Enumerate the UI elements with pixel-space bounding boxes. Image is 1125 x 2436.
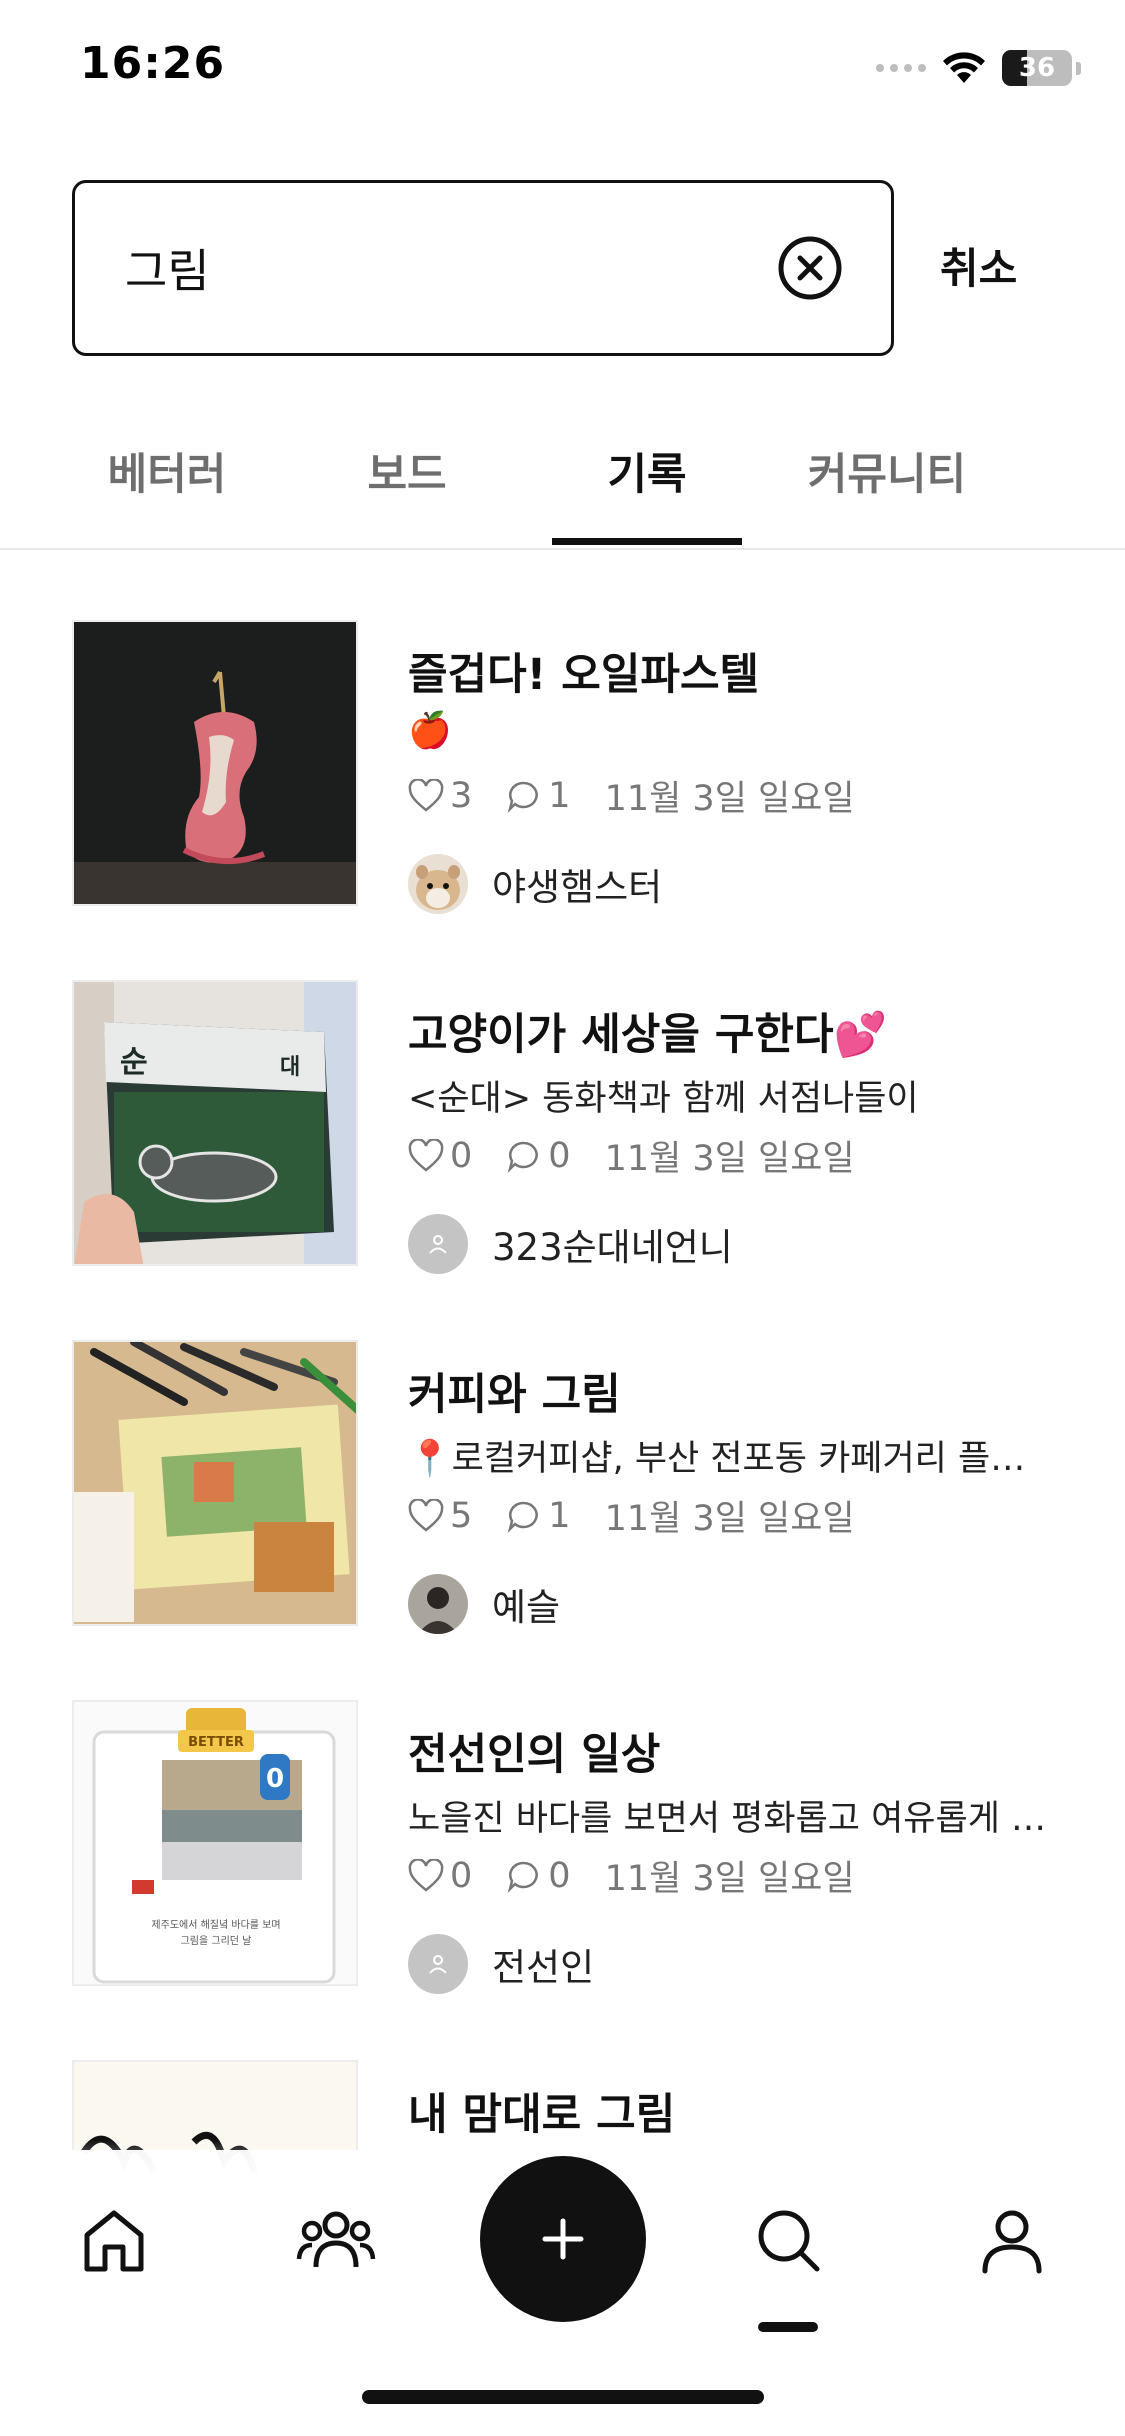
clear-search-icon[interactable]: [777, 235, 843, 301]
add-button[interactable]: [480, 2156, 646, 2322]
profile-icon[interactable]: [972, 2200, 1052, 2280]
list-item[interactable]: 순 대 고양이가 세상을 구한다💕 <순대> 동화책과 함께 서점나들이 0 0…: [72, 980, 1072, 1274]
post-author[interactable]: 야생햄스터: [408, 854, 662, 914]
search-tabs: 베터러 보드 기록 커뮤니티: [0, 410, 1125, 550]
home-indicator: [362, 2390, 764, 2404]
heart-icon[interactable]: [408, 1498, 444, 1533]
home-icon[interactable]: [74, 2200, 154, 2280]
post-author[interactable]: 전선인: [408, 1934, 594, 1994]
like-count: 0: [450, 1135, 473, 1176]
like-count: 3: [450, 775, 473, 816]
post-thumbnail: [72, 620, 358, 906]
comment-count: 1: [548, 1495, 571, 1536]
post-title: 고양이가 세상을 구한다💕: [408, 1010, 888, 1060]
author-name: 전선인: [492, 1946, 595, 1989]
avatar: [408, 1574, 468, 1634]
card-caption-2: 그림을 그리던 날: [181, 1935, 252, 1947]
battery-level: 36: [1018, 53, 1056, 83]
search-input[interactable]: [125, 241, 777, 295]
cancel-button[interactable]: 취소: [940, 235, 1017, 296]
post-title: 전선인의 일상: [408, 1730, 661, 1780]
search-box[interactable]: [72, 180, 894, 356]
comment-count: 0: [548, 1135, 571, 1176]
post-thumbnail: [72, 1340, 358, 1626]
author-name: 야생햄스터: [492, 866, 663, 909]
post-date: 11월 3일 일요일: [604, 1499, 855, 1539]
post-thumbnail: BETTER 0 제주도에서 해질녘 바다를 보며 그림을 그리던 날: [72, 1700, 358, 1986]
post-meta: 0 0 11월 3일 일요일: [408, 1850, 855, 1901]
active-tab-indicator: [552, 538, 742, 545]
tab-community[interactable]: 커뮤니티: [792, 440, 982, 502]
book-title-right: 대: [280, 1055, 300, 1080]
default-avatar-icon: [408, 1214, 468, 1274]
post-meta: 0 0 11월 3일 일요일: [408, 1130, 855, 1181]
like-count: 0: [450, 1855, 473, 1896]
heart-icon[interactable]: [408, 1138, 444, 1173]
tab-records[interactable]: 기록: [552, 440, 742, 502]
heart-icon[interactable]: [408, 1858, 444, 1893]
like-count: 5: [450, 1495, 473, 1536]
post-date: 11월 3일 일요일: [604, 779, 855, 819]
card-number: 0: [266, 1764, 284, 1794]
post-author[interactable]: 323순대네언니: [408, 1214, 733, 1274]
comment-icon[interactable]: [506, 1859, 542, 1893]
comment-icon[interactable]: [506, 1139, 542, 1173]
author-name: 예슬: [492, 1586, 561, 1629]
comment-icon[interactable]: [506, 779, 542, 813]
post-date: 11월 3일 일요일: [604, 1139, 855, 1179]
post-title: 즐겁다! 오일파스텔: [408, 650, 760, 700]
status-time: 16:26: [80, 38, 226, 89]
post-subtitle: 🍎: [408, 711, 452, 751]
comment-count: 0: [548, 1855, 571, 1896]
comment-icon[interactable]: [506, 1499, 542, 1533]
post-author[interactable]: 예슬: [408, 1574, 560, 1634]
post-thumbnail: 순 대: [72, 980, 358, 1266]
heart-icon[interactable]: [408, 778, 444, 813]
post-subtitle: 노을진 바다를 보면서 평화롭고 여유롭게 …: [408, 1799, 1047, 1839]
community-icon[interactable]: [296, 2200, 376, 2280]
bottom-nav: [0, 2150, 1125, 2436]
tab-board[interactable]: 보드: [312, 440, 502, 502]
wifi-icon: [943, 52, 985, 83]
comment-count: 1: [548, 775, 571, 816]
card-caption-1: 제주도에서 해질녘 바다를 보며: [151, 1918, 280, 1931]
status-bar: 16:26 36: [0, 0, 1125, 140]
avatar: [408, 854, 468, 914]
post-meta: 3 1 11월 3일 일요일: [408, 770, 855, 821]
active-nav-indicator: [758, 2322, 818, 2332]
book-title-left: 순: [120, 1045, 148, 1080]
add-icon: [542, 2218, 584, 2260]
post-date: 11월 3일 일요일: [604, 1859, 855, 1899]
post-title: 내 맘대로 그림: [408, 2090, 676, 2140]
author-name: 323순대네언니: [492, 1226, 733, 1269]
post-subtitle: <순대> 동화책과 함께 서점나들이: [408, 1079, 919, 1119]
list-item[interactable]: 즐겁다! 오일파스텔 🍎 3 1 11월 3일 일요일 야생햄스터: [72, 620, 1072, 914]
cellular-signal-icon: [876, 64, 926, 72]
post-title: 커피와 그림: [408, 1370, 621, 1420]
status-indicators: 36: [876, 48, 1081, 88]
battery-icon: 36: [1002, 50, 1072, 86]
post-meta: 5 1 11월 3일 일요일: [408, 1490, 855, 1541]
tab-betterer[interactable]: 베터러: [72, 440, 262, 502]
card-badge: BETTER: [188, 1735, 244, 1750]
default-avatar-icon: [408, 1934, 468, 1994]
post-subtitle: 📍로컬커피샵, 부산 전포동 카페거리 플…: [408, 1439, 1026, 1479]
list-item[interactable]: 커피와 그림 📍로컬커피샵, 부산 전포동 카페거리 플… 5 1 11월 3일…: [72, 1340, 1072, 1634]
list-item[interactable]: BETTER 0 제주도에서 해질녘 바다를 보며 그림을 그리던 날 전선인의…: [72, 1700, 1072, 1994]
search-icon[interactable]: [748, 2200, 828, 2280]
